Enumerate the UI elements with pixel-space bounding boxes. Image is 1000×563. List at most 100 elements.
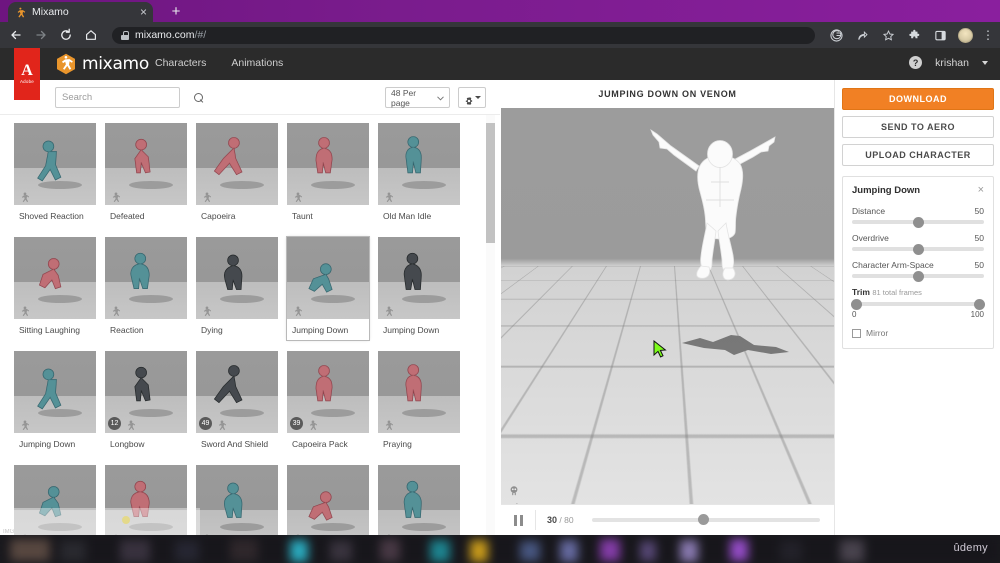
viewer-stage[interactable] (501, 108, 834, 504)
character-pose-image (129, 480, 173, 531)
home-icon[interactable] (83, 27, 99, 43)
download-button[interactable]: DOWNLOAD (842, 88, 994, 110)
mirror-row[interactable]: Mirror (852, 328, 984, 338)
animation-thumbnail[interactable] (14, 123, 96, 205)
extensions-puzzle-icon[interactable] (906, 27, 923, 44)
animation-card[interactable]: Praying (378, 351, 460, 454)
animation-card-selected[interactable]: Jumping Down (286, 236, 370, 341)
nav-animations[interactable]: Animations (231, 57, 283, 69)
animation-thumbnail[interactable] (378, 351, 460, 433)
viewer-tools (505, 483, 523, 504)
slider-knob[interactable] (912, 216, 924, 228)
close-icon[interactable]: × (978, 185, 984, 196)
animation-card[interactable]: Jumping Down (378, 237, 460, 340)
trim-start-knob[interactable] (851, 298, 862, 310)
timeline-track[interactable] (591, 514, 820, 525)
reload-icon[interactable] (58, 27, 74, 43)
google-icon[interactable] (828, 27, 845, 44)
send-to-aero-button[interactable]: SEND TO AERO (842, 116, 994, 138)
animation-thumbnail[interactable] (378, 123, 460, 205)
animation-thumbnail[interactable] (287, 123, 369, 205)
bookmark-star-icon[interactable] (880, 27, 897, 44)
profile-avatar[interactable] (958, 27, 973, 43)
nav-characters[interactable]: Characters (155, 57, 206, 69)
animation-card[interactable] (105, 465, 187, 535)
search-box[interactable] (55, 87, 203, 108)
grid-scrollbar[interactable] (486, 115, 495, 535)
animation-card[interactable]: Sitting Laughing (14, 237, 96, 340)
animation-thumbnail[interactable] (105, 237, 187, 319)
animation-card[interactable] (378, 465, 460, 535)
trim-end-knob[interactable] (974, 298, 985, 310)
animation-thumbnail[interactable] (14, 237, 96, 319)
animation-card[interactable]: Shoved Reaction (14, 123, 96, 226)
animation-thumbnail[interactable]: 39 (287, 351, 369, 433)
animation-card[interactable] (196, 465, 278, 535)
search-icon[interactable] (194, 92, 204, 103)
chrome-menu-kebab-icon[interactable]: ⋮ (982, 29, 994, 41)
browser-tab-strip: Mixamo × + (0, 0, 1000, 22)
forward-icon[interactable] (33, 27, 49, 43)
animation-thumbnail[interactable] (105, 465, 187, 535)
pause-button[interactable] (501, 514, 535, 526)
animation-thumbnail[interactable] (196, 237, 278, 319)
taskbar-blur (0, 535, 1000, 563)
animation-thumbnail[interactable] (378, 465, 460, 535)
animation-card[interactable]: Dying (196, 237, 278, 340)
animation-card[interactable]: Taunt (287, 123, 369, 226)
account-name[interactable]: krishan (935, 57, 969, 69)
per-page-select[interactable]: 48 Per page (385, 87, 450, 108)
animation-card[interactable]: Jumping Down (14, 351, 96, 454)
animation-grid-scroll[interactable]: Shoved Reaction Defeated Capoeira Taunt Old … (0, 115, 500, 535)
animation-thumbnail[interactable] (196, 465, 278, 535)
search-input[interactable] (62, 92, 194, 103)
animation-thumbnail[interactable]: 49 (196, 351, 278, 433)
slider-bar[interactable] (852, 216, 984, 228)
animation-card[interactable]: Reaction (105, 237, 187, 340)
pack-count-badge: 12 (108, 417, 121, 430)
animation-card[interactable] (14, 465, 96, 535)
slider-bar[interactable] (852, 270, 984, 282)
animation-card[interactable] (287, 465, 369, 535)
new-tab-button[interactable]: + (168, 4, 184, 20)
back-icon[interactable] (8, 27, 24, 43)
skeleton-icon[interactable] (507, 483, 522, 498)
trim-bar[interactable] (851, 298, 985, 310)
animation-thumbnail[interactable] (14, 465, 96, 535)
timeline-knob[interactable] (698, 514, 710, 525)
animation-card[interactable]: 39 Capoeira Pack (287, 351, 369, 454)
browse-toolbar: 48 Per page (0, 80, 500, 115)
animation-thumbnail[interactable] (196, 123, 278, 205)
chevron-down-icon[interactable] (982, 60, 988, 65)
side-panel-icon[interactable] (932, 27, 949, 44)
share-icon[interactable] (854, 27, 871, 44)
lock-icon (121, 30, 129, 40)
adobe-logo[interactable]: A Adobe (14, 48, 40, 100)
animation-thumbnail[interactable] (287, 465, 369, 535)
upload-character-button[interactable]: UPLOAD CHARACTER (842, 144, 994, 166)
animation-card[interactable]: 12 Longbow (105, 351, 187, 454)
os-taskbar: ûdemy (0, 535, 1000, 563)
slider-knob[interactable] (912, 270, 924, 282)
animation-thumbnail[interactable]: 12 (105, 351, 187, 433)
browser-tab[interactable]: Mixamo × (8, 2, 153, 22)
animation-card[interactable]: 49 Sword And Shield (196, 351, 278, 454)
animation-thumbnail[interactable] (287, 237, 369, 319)
animation-card[interactable]: Old Man Idle (378, 123, 460, 226)
animation-card-label: Defeated (105, 205, 187, 226)
animation-card[interactable]: Defeated (105, 123, 187, 226)
animation-thumbnail[interactable] (105, 123, 187, 205)
address-bar[interactable]: mixamo.com/#/ (112, 26, 815, 44)
help-icon[interactable]: ? (909, 56, 923, 69)
settings-button[interactable] (458, 87, 486, 108)
animation-thumbnail[interactable] (14, 351, 96, 433)
animation-thumbnail[interactable] (378, 237, 460, 319)
mixamo-brand[interactable]: mixamo (56, 53, 149, 75)
slider-knob[interactable] (912, 243, 924, 255)
close-tab-icon[interactable]: × (140, 6, 147, 18)
slider-bar[interactable] (852, 243, 984, 255)
animation-card[interactable]: Capoeira (196, 123, 278, 226)
runner-icon (200, 304, 212, 317)
mirror-checkbox[interactable] (852, 328, 861, 338)
grid-scrollbar-thumb[interactable] (486, 123, 495, 243)
